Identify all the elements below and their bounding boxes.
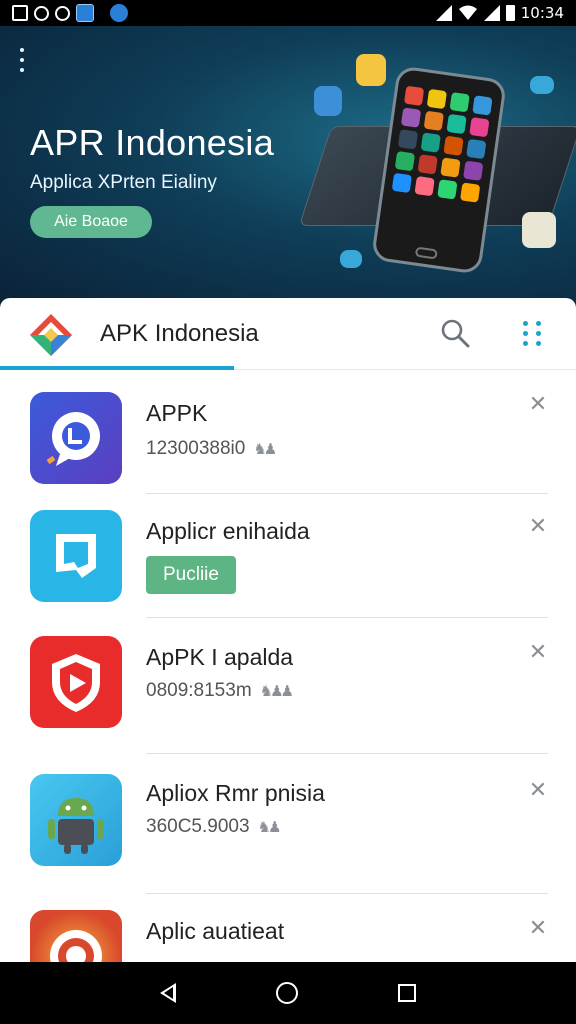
content-sheet: APK Indonesia APPK 12300388i0 ♞♟ ✕ Appli… — [0, 298, 576, 962]
hero-subtitle: Applica XPrten Eialiny — [30, 172, 217, 193]
square-app-icon — [30, 510, 122, 602]
navigation-bar — [0, 962, 576, 1024]
list-item[interactable]: Apliox Rmr pnisia 360C5.9003 ♞♟ ✕ — [0, 754, 576, 894]
item-title: Applicr enihaida — [146, 518, 310, 544]
list-item[interactable]: Applicr enihaida Pucliie ✕ — [0, 494, 576, 618]
item-subtitle: 360C5.9003 ♞♟ — [146, 816, 282, 837]
item-subtitle: 12300388i0 ♞♟ — [146, 438, 277, 459]
battery-icon — [505, 5, 515, 21]
app-list: APPK 12300388i0 ♞♟ ✕ Applicr enihaida Puc… — [0, 370, 576, 962]
notification-icon — [55, 5, 70, 21]
shield-app-icon — [30, 636, 122, 728]
status-bar: 10:34 — [0, 0, 576, 26]
close-icon[interactable]: ✕ — [528, 515, 548, 537]
status-badge: Pucliie — [146, 556, 236, 594]
people-icon: ♞♟♟ — [259, 683, 294, 700]
app-notification-icon — [110, 4, 128, 22]
home-icon[interactable] — [276, 982, 298, 1004]
floating-app-icon — [530, 76, 554, 94]
chat-app-icon — [30, 392, 122, 484]
list-item[interactable]: ApPK I apalda 0809:8153m ♞♟♟ ✕ — [0, 618, 576, 754]
item-subtitle: 0809:8153m ♞♟♟ — [146, 680, 294, 701]
close-icon[interactable]: ✕ — [528, 641, 548, 663]
android-app-icon — [30, 774, 122, 866]
item-title: Aplic auatieat — [146, 918, 285, 944]
status-time: 10:34 — [520, 4, 564, 22]
phone-illustration — [370, 65, 508, 275]
close-icon[interactable]: ✕ — [528, 917, 548, 939]
hero-action-button[interactable]: Aie Boaoe — [30, 206, 152, 238]
status-right-icons: 10:34 — [435, 4, 564, 22]
hero-title: APR Indonesia — [30, 122, 275, 163]
search-icon[interactable] — [440, 318, 470, 348]
hero-menu-icon[interactable] — [20, 48, 24, 72]
more-icon[interactable] — [517, 318, 547, 348]
floating-app-icon — [340, 250, 362, 268]
people-icon: ♞♟ — [253, 441, 277, 458]
app-title: APK Indonesia — [100, 320, 259, 347]
app-logo-icon — [30, 314, 72, 356]
app-notification-icon — [76, 4, 94, 22]
target-app-icon — [30, 910, 122, 962]
floating-app-icon — [356, 54, 386, 86]
app-bar: APK Indonesia — [0, 298, 576, 370]
people-icon: ♞♟ — [257, 819, 282, 836]
signal-icon — [435, 5, 452, 21]
notification-icon — [12, 5, 28, 21]
recents-icon[interactable] — [398, 984, 416, 1002]
item-title: ApPK I apalda — [146, 644, 294, 670]
notification-icon — [34, 5, 49, 21]
hero-banner: APR Indonesia Applica XPrten Eialiny Aie… — [0, 26, 576, 306]
list-item[interactable]: APPK 12300388i0 ♞♟ ✕ — [0, 370, 576, 494]
list-item[interactable]: Aplic auatieat ✕ — [0, 894, 576, 962]
close-icon[interactable]: ✕ — [528, 779, 548, 801]
status-left-icons — [12, 4, 128, 22]
floating-app-icon — [522, 212, 556, 248]
item-title: APPK — [146, 400, 208, 426]
wifi-icon — [458, 5, 478, 21]
item-title: Apliox Rmr pnisia — [146, 780, 325, 806]
signal-icon — [483, 5, 500, 21]
close-icon[interactable]: ✕ — [528, 393, 548, 415]
back-icon[interactable] — [160, 983, 176, 1003]
phone-home-button — [414, 246, 438, 260]
floating-app-icon — [314, 86, 342, 116]
